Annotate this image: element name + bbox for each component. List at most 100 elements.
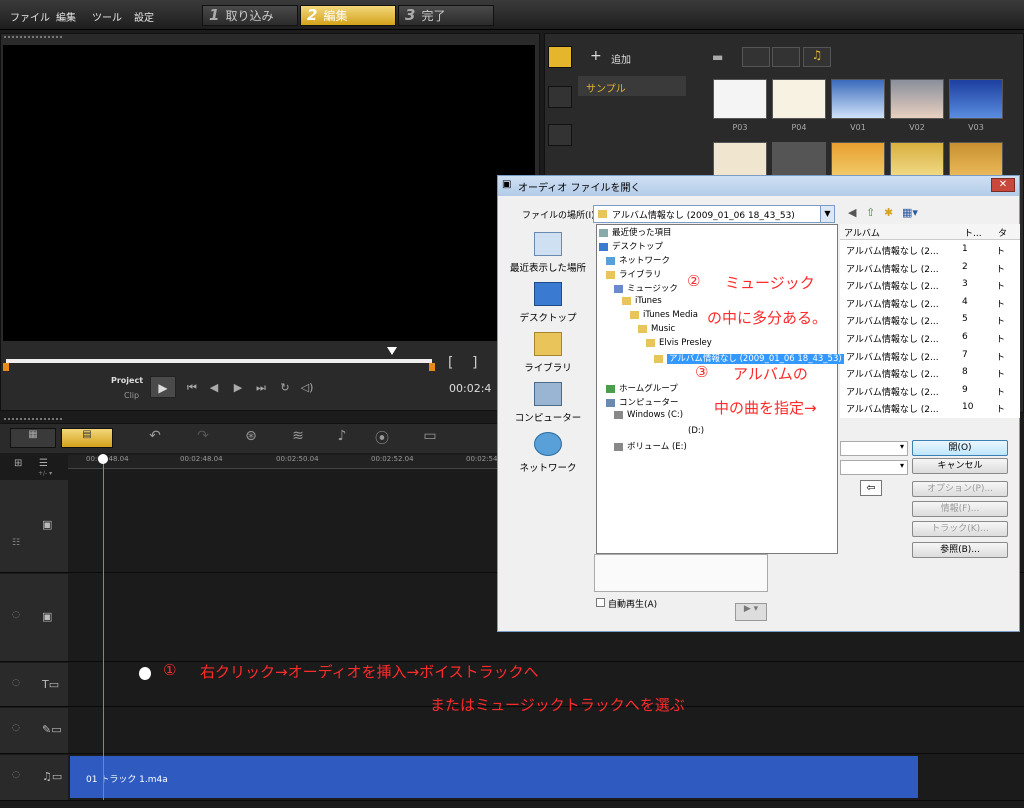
back-arrow-button[interactable]: ⇦ bbox=[860, 480, 882, 496]
new-folder-icon[interactable]: ✱ bbox=[884, 206, 893, 219]
thumbnail[interactable] bbox=[890, 79, 944, 119]
show-video-button[interactable] bbox=[742, 47, 770, 67]
play-preview-button[interactable]: ▶ ▾ bbox=[735, 603, 767, 621]
dropdown-item[interactable]: iTunes Media bbox=[630, 310, 698, 320]
browse-button[interactable]: 参照(B)... bbox=[912, 542, 1008, 558]
project-mode-label[interactable]: Project bbox=[111, 376, 143, 385]
file-row[interactable]: アルバム情報なし (2... 6 ト bbox=[840, 330, 1020, 347]
mark-out-button[interactable]: ] bbox=[472, 355, 477, 371]
repeat-icon[interactable]: ↻ bbox=[278, 381, 292, 395]
place-computer[interactable]: コンピューター bbox=[508, 382, 588, 424]
redo-icon[interactable]: ↷ bbox=[193, 428, 213, 448]
preview-screen[interactable] bbox=[3, 45, 535, 341]
file-row[interactable]: アルバム情報なし (2... 5 ト bbox=[840, 312, 1020, 329]
thumbnail[interactable] bbox=[713, 79, 767, 119]
place-desktop[interactable]: デスクトップ bbox=[508, 282, 588, 324]
dropdown-item[interactable]: Elvis Presley bbox=[646, 338, 712, 348]
cancel-button[interactable]: キャンセル bbox=[912, 458, 1008, 474]
place-network[interactable]: ネットワーク bbox=[508, 432, 588, 474]
file-row[interactable]: アルバム情報なし (2... 4 ト bbox=[840, 295, 1020, 312]
audio-clip[interactable]: 01 トラック 1.m4a bbox=[70, 756, 918, 798]
track-button[interactable]: トラック(K)... bbox=[912, 521, 1008, 537]
menu-edit[interactable]: 編集 bbox=[56, 9, 76, 24]
menu-tools[interactable]: ツール bbox=[92, 9, 122, 24]
dialog-titlebar[interactable]: ▣ オーディオ ファイルを開く bbox=[498, 176, 1019, 196]
thumbnail[interactable] bbox=[949, 79, 1003, 119]
file-row[interactable]: アルバム情報なし (2... 9 ト bbox=[840, 383, 1020, 400]
filetype-combo[interactable]: ▾ bbox=[840, 460, 908, 475]
file-row[interactable]: アルバム情報なし (2... 3 ト bbox=[840, 277, 1020, 294]
clip-mode-label[interactable]: Clip bbox=[124, 391, 139, 400]
column-header-track[interactable]: ト... bbox=[960, 224, 994, 240]
title-tab[interactable] bbox=[548, 124, 572, 146]
track-options-icon[interactable]: ☷ bbox=[12, 538, 20, 548]
dropdown-item[interactable]: ライブラリ bbox=[606, 268, 662, 280]
volume-icon[interactable]: ◁) bbox=[300, 381, 314, 395]
playhead[interactable] bbox=[103, 455, 104, 800]
dropdown-item[interactable]: ホームグループ bbox=[606, 382, 678, 394]
mark-in-handle[interactable] bbox=[3, 363, 9, 371]
menu-file[interactable]: ファイル bbox=[10, 9, 50, 24]
close-button[interactable]: ✕ bbox=[991, 178, 1015, 192]
file-row[interactable]: アルバム情報なし (2... 10 ト bbox=[840, 400, 1020, 417]
show-audio-button[interactable]: ♫ bbox=[803, 47, 831, 67]
playhead-handle[interactable] bbox=[98, 454, 108, 464]
open-button[interactable]: 開(O) bbox=[912, 440, 1008, 456]
track-visibility-icon[interactable]: ◌ bbox=[12, 610, 20, 620]
file-row[interactable]: アルバム情報なし (2... 2 ト bbox=[840, 260, 1020, 277]
autoplay-checkbox[interactable] bbox=[596, 598, 605, 607]
thumbnail[interactable] bbox=[772, 79, 826, 119]
dropdown-item[interactable]: 最近使った項目 bbox=[599, 226, 672, 238]
go-end-icon[interactable]: ⏭ bbox=[254, 381, 268, 395]
timecode-display[interactable]: 00:02:4 bbox=[449, 382, 491, 395]
filename-combo[interactable]: ▾ bbox=[840, 441, 908, 456]
dropdown-item[interactable]: ミュージック bbox=[614, 282, 678, 294]
track-manager-icon[interactable]: ☰ bbox=[39, 458, 48, 469]
folder-icon[interactable]: ▬ bbox=[712, 50, 723, 64]
auto-music-icon[interactable]: ♪ bbox=[332, 428, 352, 448]
media-tab[interactable] bbox=[548, 46, 572, 68]
audio-mixer-icon[interactable]: ≋ bbox=[288, 428, 308, 448]
track-visibility-icon[interactable]: ◌ bbox=[12, 723, 20, 733]
scrub-bar[interactable] bbox=[6, 359, 432, 363]
back-icon[interactable]: ◀ bbox=[848, 206, 856, 219]
up-folder-icon[interactable]: ⇧ bbox=[866, 206, 875, 219]
info-button[interactable]: 情報(F)... bbox=[912, 501, 1008, 517]
timeline-view-button[interactable]: ▤ bbox=[61, 428, 113, 448]
options-button[interactable]: オプション(P)... bbox=[912, 481, 1008, 497]
menu-settings[interactable]: 設定 bbox=[134, 9, 154, 24]
lookin-combobox[interactable]: アルバム情報なし (2009_01_06 18_43_53) ▼ bbox=[593, 205, 835, 223]
storyboard-view-button[interactable]: ▦ bbox=[10, 428, 56, 448]
step-edit[interactable]: 2 編集 bbox=[300, 5, 396, 26]
next-frame-icon[interactable]: ▶ bbox=[231, 381, 245, 395]
scrubber-handle[interactable] bbox=[387, 347, 397, 355]
show-image-button[interactable] bbox=[772, 47, 800, 67]
track-visibility-icon[interactable]: ◌ bbox=[12, 770, 20, 780]
mark-in-button[interactable]: [ bbox=[448, 355, 453, 371]
dropdown-item[interactable]: コンピューター bbox=[606, 396, 679, 408]
file-row[interactable]: アルバム情報なし (2... 7 ト bbox=[840, 348, 1020, 365]
column-header-album[interactable]: アルバム bbox=[840, 224, 960, 240]
subtitle-icon[interactable]: ▭ bbox=[420, 428, 440, 448]
go-start-icon[interactable]: ⏮ bbox=[185, 381, 199, 395]
dropdown-item[interactable]: Windows (C:) bbox=[614, 410, 683, 420]
place-libraries[interactable]: ライブラリ bbox=[508, 332, 588, 374]
zoom-control[interactable]: +/- ▾ bbox=[38, 470, 52, 477]
undo-icon[interactable]: ↶ bbox=[145, 428, 165, 448]
track-visibility-icon[interactable]: ◌ bbox=[12, 678, 20, 688]
thumbnail[interactable] bbox=[831, 79, 885, 119]
folder-sample[interactable]: サンプル bbox=[578, 76, 686, 96]
prev-frame-icon[interactable]: ◀ bbox=[207, 381, 221, 395]
play-button[interactable]: ▶ bbox=[150, 376, 176, 398]
step-finish[interactable]: 3 完了 bbox=[398, 5, 494, 26]
place-recent[interactable]: 最近表示した場所 bbox=[508, 232, 588, 274]
chevron-down-icon[interactable]: ▼ bbox=[820, 206, 834, 222]
column-header-title[interactable]: タ bbox=[994, 224, 1020, 240]
dropdown-item[interactable]: (D:) bbox=[688, 426, 704, 436]
add-icon[interactable]: + bbox=[590, 48, 602, 64]
dropdown-item[interactable]: ボリューム (E:) bbox=[614, 440, 687, 452]
dropdown-item[interactable]: ネットワーク bbox=[606, 254, 670, 266]
dropdown-item[interactable]: iTunes bbox=[622, 296, 662, 306]
view-menu-icon[interactable]: ▦▾ bbox=[902, 206, 918, 219]
dropdown-item[interactable]: デスクトップ bbox=[599, 240, 663, 252]
